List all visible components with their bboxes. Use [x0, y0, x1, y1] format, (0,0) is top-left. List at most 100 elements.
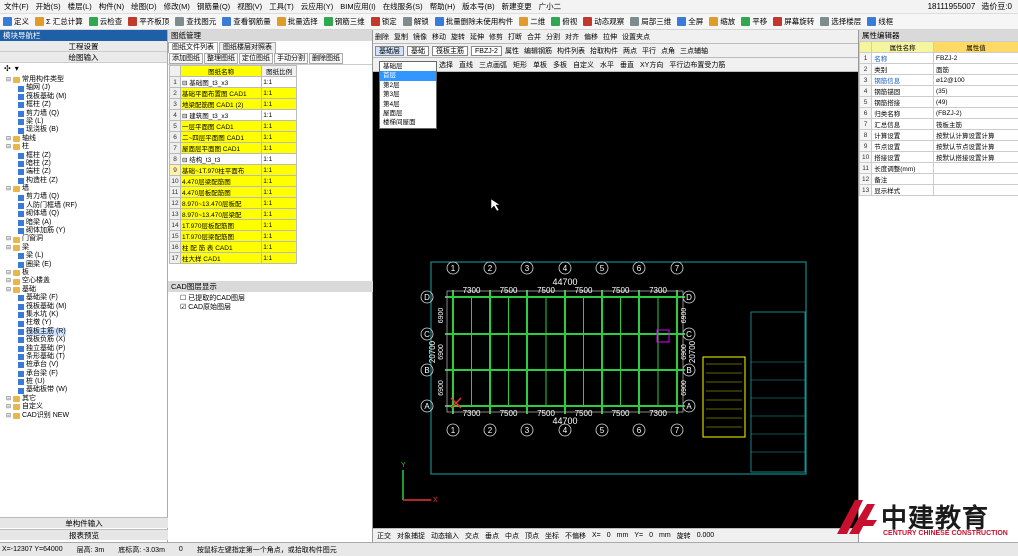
draw-tool-button[interactable]: XY方向 [640, 60, 663, 70]
expand-icon[interactable]: ⊟ [6, 403, 12, 411]
edit-tool-button[interactable]: 修剪 [489, 32, 503, 42]
snap-toggle[interactable]: 垂点 [485, 531, 499, 541]
menu-item[interactable]: 绘图(D) [131, 1, 156, 12]
report-preview-button[interactable]: 报表预览 [0, 529, 168, 540]
drawing-ratio-cell[interactable]: 1:1 [261, 164, 297, 176]
tree-node[interactable]: 框柱 (Z) [2, 152, 168, 160]
drawing-action-button[interactable]: 删除图纸 [309, 53, 343, 64]
drawing-name-cell[interactable]: 4.470层梁配筋图 [179, 175, 263, 187]
property-row[interactable]: 3 钢筋信息 ⌀12@100 [858, 74, 1018, 86]
single-component-input-button[interactable]: 单构件输入 [0, 517, 168, 528]
edit-tool-button[interactable]: 分割 [546, 32, 560, 42]
expand-icon[interactable]: ⊟ [6, 244, 12, 252]
component-tool-button[interactable]: 两点 [623, 46, 637, 56]
snap-toggle[interactable]: mm [659, 532, 671, 539]
menu-item[interactable]: 开始(S) [36, 1, 61, 12]
drawing-name-cell[interactable]: 1T.970层板配筋图 [179, 219, 263, 231]
draw-tool-button[interactable]: 单板 [533, 60, 547, 70]
table-row[interactable]: 8 ⊟ 结构_t3_t3 1:1 [169, 153, 297, 165]
floor-option[interactable]: 第4层 [380, 100, 436, 109]
tree-node[interactable]: 构造柱 (Z) [2, 177, 168, 185]
tab-drawing-file-list[interactable]: 图纸文件列表 [168, 42, 218, 53]
property-row[interactable]: 6 归类名称 (FBZJ-2) [858, 107, 1018, 119]
table-row[interactable]: 7 屋面层平面图 CAD1 1:1 [169, 142, 297, 154]
drawing-name-cell[interactable]: ⊟ 基础图_t3_x3 [179, 76, 263, 88]
toolbar-button[interactable]: 缩放 [709, 16, 735, 27]
drawing-name-cell[interactable]: 柱大样 CAD1 [179, 252, 263, 264]
drawing-ratio-cell[interactable]: 1:1 [261, 252, 297, 264]
tree-node[interactable]: 砌体墙 (Q) [2, 210, 168, 218]
tree-node[interactable]: 筏板负筋 (X) [2, 336, 168, 344]
menu-item[interactable]: 帮助(H) [430, 1, 455, 12]
expand-icon[interactable]: ⊟ [6, 395, 12, 403]
type-select[interactable]: 基础 [407, 45, 429, 56]
table-row[interactable]: 12 8.970~13.470层板配 1:1 [169, 197, 297, 209]
tree-node[interactable]: 现浇板 (B) [2, 126, 168, 134]
drawing-ratio-cell[interactable]: 1:1 [261, 186, 297, 198]
menu-item[interactable]: 在线服务(S) [383, 1, 423, 12]
draw-tool-button[interactable]: 选择 [439, 60, 453, 70]
drawing-ratio-cell[interactable]: 1:1 [261, 241, 297, 253]
snap-toggle[interactable]: mm [617, 532, 629, 539]
floor-option[interactable]: 基础层 [380, 62, 436, 71]
drawing-action-button[interactable]: 手动分割 [274, 53, 308, 64]
prop-value[interactable]: (35) [933, 85, 1018, 97]
toolbar-button[interactable]: Σ 汇总计算 [35, 16, 83, 27]
snap-toggle[interactable]: X= [592, 532, 601, 539]
toolbar-button[interactable]: 俯视 [551, 16, 577, 27]
draw-tool-button[interactable]: 水平 [600, 60, 614, 70]
property-row[interactable]: 2 类别 面筋 [858, 63, 1018, 75]
project-settings-tab[interactable]: 工程设置 [0, 41, 167, 52]
menu-item[interactable]: 版本号(B) [462, 1, 495, 12]
snap-toggle[interactable]: 0 [607, 532, 611, 539]
menu-item[interactable]: 修改(M) [164, 1, 190, 12]
drawing-name-cell[interactable]: 二~四层平面图 CAD1 [179, 131, 263, 143]
property-row[interactable]: 9 节点设置 按默认节点设置计算 [858, 140, 1018, 152]
toolbar-button[interactable]: 解锁 [402, 16, 429, 27]
drawing-ratio-cell[interactable]: 1:1 [261, 153, 297, 165]
edit-tool-button[interactable]: 删除 [375, 32, 389, 42]
menu-item[interactable]: 构件(N) [99, 1, 124, 12]
toolbar-button[interactable]: 查找图元 [175, 16, 216, 27]
menu-item[interactable]: 新建变更 [502, 1, 532, 12]
prop-value[interactable]: 按默认搭接设置计算 [933, 151, 1018, 163]
prop-value[interactable]: 按默认节点设置计算 [933, 140, 1018, 152]
edit-tool-button[interactable]: 移动 [432, 32, 446, 42]
prop-value[interactable]: (49) [933, 96, 1018, 108]
table-row[interactable]: 2 基础平面布置图 CAD1 1:1 [169, 87, 297, 99]
prop-value[interactable] [933, 173, 1018, 185]
table-row[interactable]: 4 ⊟ 建筑图_t3_x3 1:1 [169, 109, 297, 121]
cad-layer-item[interactable]: ☑ CAD原始图层 [172, 303, 373, 312]
table-row[interactable]: 13 8.970~13.470层梁配 1:1 [169, 208, 297, 220]
edit-tool-button[interactable]: 打断 [508, 32, 522, 42]
cad-layer-item[interactable]: ☐ 已提取的CAD图层 [172, 294, 373, 303]
floor-option[interactable]: 屋面层 [380, 109, 436, 118]
property-row[interactable]: 12 备注 [858, 173, 1018, 185]
expand-icon[interactable]: ⊟ [6, 235, 12, 243]
floor-option[interactable]: 第2层 [380, 81, 436, 90]
toolbar-button[interactable]: 钢筋三维 [323, 16, 365, 27]
expand-icon[interactable]: ⊟ [6, 277, 12, 285]
tree-node[interactable]: ⊟ 柱 [2, 143, 168, 151]
toolbar-button[interactable]: 平齐板顶 [128, 16, 169, 27]
expand-icon[interactable]: ⊟ [6, 135, 12, 143]
tree-node[interactable]: 暗梁 (A) [2, 219, 168, 227]
draw-tool-button[interactable]: 平行边布置受力筋 [669, 60, 725, 70]
table-row[interactable]: 11 4.470层板配筋图 1:1 [169, 186, 297, 198]
toolbar-button[interactable]: 定义 [3, 16, 29, 27]
draw-tool-button[interactable]: 自定义 [573, 60, 594, 70]
property-row[interactable]: 4 钢筋锚固 (35) [858, 85, 1018, 97]
tree-node[interactable]: ⊟ 轴线 [2, 135, 168, 143]
tree-node[interactable]: 承台梁 (F) [2, 370, 168, 378]
prop-value[interactable] [933, 162, 1018, 174]
edit-tool-button[interactable]: 延伸 [470, 32, 484, 42]
tree-node[interactable]: 筏板基础 (M) [2, 93, 168, 101]
drawing-name-cell[interactable]: 柱 配 筋 表 CAD1 [179, 241, 263, 253]
table-row[interactable]: 15 1T.970层梁配筋图 1:1 [169, 230, 297, 242]
property-row[interactable]: 11 长度调整(mm) [858, 162, 1018, 174]
drawing-name-cell[interactable]: 一层平面图 CAD1 [179, 120, 263, 132]
expand-icon[interactable]: ⊟ [6, 185, 12, 193]
tree-node[interactable]: 筏板基础 (M) [2, 303, 168, 311]
tree-node[interactable]: 梁 (L) [2, 252, 168, 260]
layer-checkbox[interactable]: ☐ [180, 295, 188, 302]
